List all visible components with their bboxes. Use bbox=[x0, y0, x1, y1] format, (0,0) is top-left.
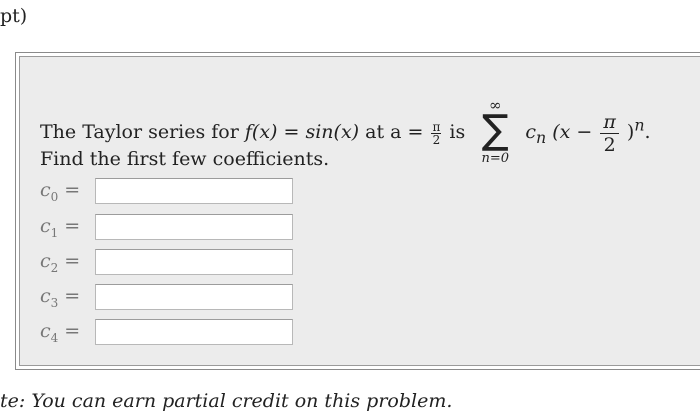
a-fraction: π 2 bbox=[431, 119, 442, 147]
series-term-coefficient: cn bbox=[525, 121, 547, 147]
a-fraction-numerator: π bbox=[431, 119, 442, 134]
coefficient-input-c2[interactable] bbox=[95, 249, 293, 275]
sum-lower-limit: n=0 bbox=[481, 151, 510, 166]
coefficient-row-c3: c3 = bbox=[40, 283, 293, 311]
sigma-symbol: ∑ bbox=[481, 107, 509, 153]
at-a-label: at a = bbox=[365, 121, 424, 143]
coefficient-label-c4: c4 = bbox=[40, 319, 81, 345]
points-label: pt) bbox=[0, 5, 28, 27]
a-fraction-denominator: 2 bbox=[432, 132, 441, 147]
coefficient-input-c1[interactable] bbox=[95, 214, 293, 240]
coefficient-label-c0: c0 = bbox=[40, 178, 81, 204]
coefficient-row-c0: c0 = bbox=[40, 177, 293, 205]
function-expression: f(x) = sin(x) bbox=[244, 121, 360, 143]
coefficient-label-c3: c3 = bbox=[40, 284, 81, 310]
summation: ∞ ∑ n=0 bbox=[473, 98, 517, 168]
series-paren-open: (x − bbox=[552, 121, 593, 143]
is-label: is bbox=[449, 121, 466, 143]
partial-credit-note: te: You can earn partial credit on this … bbox=[0, 390, 453, 412]
coefficient-row-c2: c2 = bbox=[40, 248, 293, 276]
coefficient-input-c3[interactable] bbox=[95, 284, 293, 310]
coefficient-input-c4[interactable] bbox=[95, 319, 293, 345]
coefficient-row-c1: c1 = bbox=[40, 213, 293, 241]
series-fraction: π 2 bbox=[600, 111, 619, 156]
series-term-subscript: n bbox=[535, 127, 547, 147]
series-fraction-numerator: π bbox=[600, 111, 619, 134]
coefficient-input-c0[interactable] bbox=[95, 178, 293, 204]
coefficient-label-c1: c1 = bbox=[40, 214, 81, 240]
statement-prefix: The Taylor series for bbox=[40, 121, 239, 143]
coefficient-row-c4: c4 = bbox=[40, 318, 293, 346]
coefficient-label-c2: c2 = bbox=[40, 249, 81, 275]
series-exponent: n bbox=[634, 115, 645, 135]
series-fraction-denominator: 2 bbox=[603, 133, 616, 156]
series-end: . bbox=[644, 121, 651, 143]
instruction-text: Find the first few coefficients. bbox=[40, 148, 330, 170]
